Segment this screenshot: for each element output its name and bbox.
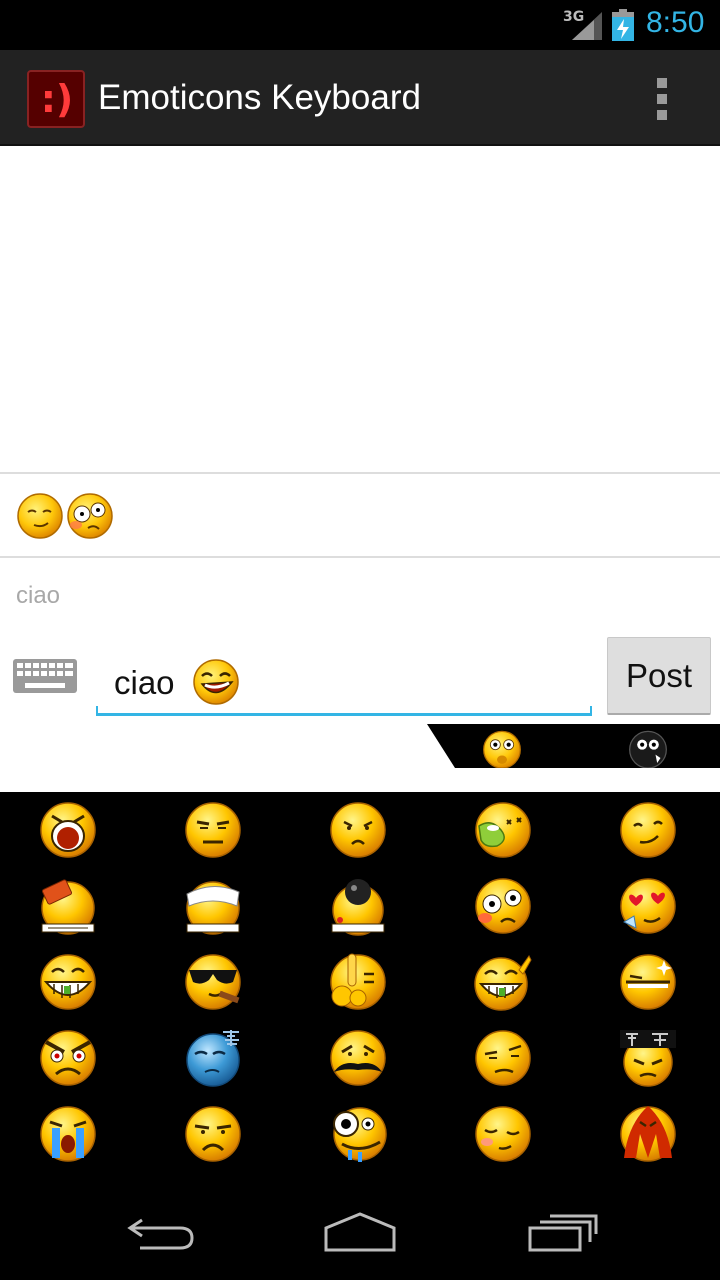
divider (0, 472, 720, 474)
emoticon-grid (0, 792, 720, 1184)
navigation-bar (0, 1184, 720, 1280)
status-bar: 3G 8:50 (0, 0, 720, 50)
vomiting-face-icon[interactable] (473, 800, 533, 860)
sign-holding-face-icon[interactable] (618, 1028, 678, 1088)
selected-emoticons-row (16, 492, 114, 540)
frowning-face-icon[interactable] (183, 1104, 243, 1164)
sleepy-face-icon[interactable] (473, 1104, 533, 1164)
keyboard-icon[interactable] (12, 658, 78, 694)
home-icon[interactable] (320, 1206, 400, 1254)
back-icon[interactable] (120, 1206, 200, 1254)
bomb-face-icon[interactable] (328, 876, 388, 936)
confused-face-icon[interactable] (328, 800, 388, 860)
heart-eyes-face-icon[interactable] (618, 876, 678, 936)
input-underline (96, 706, 592, 716)
action-bar: :) Emoticons Keyboard (0, 50, 720, 146)
post-button[interactable]: Post (607, 637, 711, 715)
bandaged-face-icon[interactable] (183, 876, 243, 936)
grinning-face-icon[interactable] (38, 952, 98, 1012)
sunglasses-cigar-face-icon[interactable] (183, 952, 243, 1012)
message-input[interactable]: ciao (96, 646, 592, 716)
recents-icon[interactable] (520, 1206, 600, 1254)
app-title: Emoticons Keyboard (98, 78, 421, 117)
crying-face-icon[interactable] (38, 1104, 98, 1164)
dizzy-face-icon[interactable] (473, 876, 533, 936)
annoyed-face-icon[interactable] (183, 800, 243, 860)
bleeding-face-icon[interactable] (618, 1104, 678, 1164)
tab-dark-face[interactable] (619, 728, 677, 768)
thumbs-up-grin-face-icon[interactable] (473, 952, 533, 1012)
shushing-face-icon[interactable] (328, 952, 388, 1012)
angry-face-icon[interactable] (38, 1028, 98, 1088)
tab-worried-face[interactable] (473, 728, 531, 768)
sparkle-face-icon[interactable] (618, 952, 678, 1012)
clock: 8:50 (646, 6, 705, 39)
compose-area: ciao ciao Post (0, 146, 720, 792)
mustache-face-icon[interactable] (328, 1028, 388, 1088)
app-icon[interactable]: :) (27, 70, 85, 128)
overflow-menu-icon[interactable] (657, 78, 669, 120)
app-icon-glyph: :) (40, 77, 74, 121)
divider (0, 556, 720, 558)
signal-icon (572, 12, 602, 40)
brick-hit-face-icon[interactable] (38, 876, 98, 936)
dizzy-face-icon[interactable] (66, 492, 114, 540)
smug-face-icon[interactable] (618, 800, 678, 860)
laughing-face-icon (193, 659, 239, 705)
emoticon-category-tabs (427, 724, 720, 768)
skeptical-face-icon[interactable] (473, 1028, 533, 1088)
hint-text: ciao (16, 582, 61, 609)
screaming-face-icon[interactable] (38, 800, 98, 860)
drooling-face-icon[interactable] (328, 1104, 388, 1164)
message-input-text: ciao (114, 664, 175, 701)
battery-charging-icon (612, 9, 634, 41)
freezing-face-icon[interactable] (183, 1028, 243, 1088)
smug-face-icon[interactable] (16, 492, 64, 540)
